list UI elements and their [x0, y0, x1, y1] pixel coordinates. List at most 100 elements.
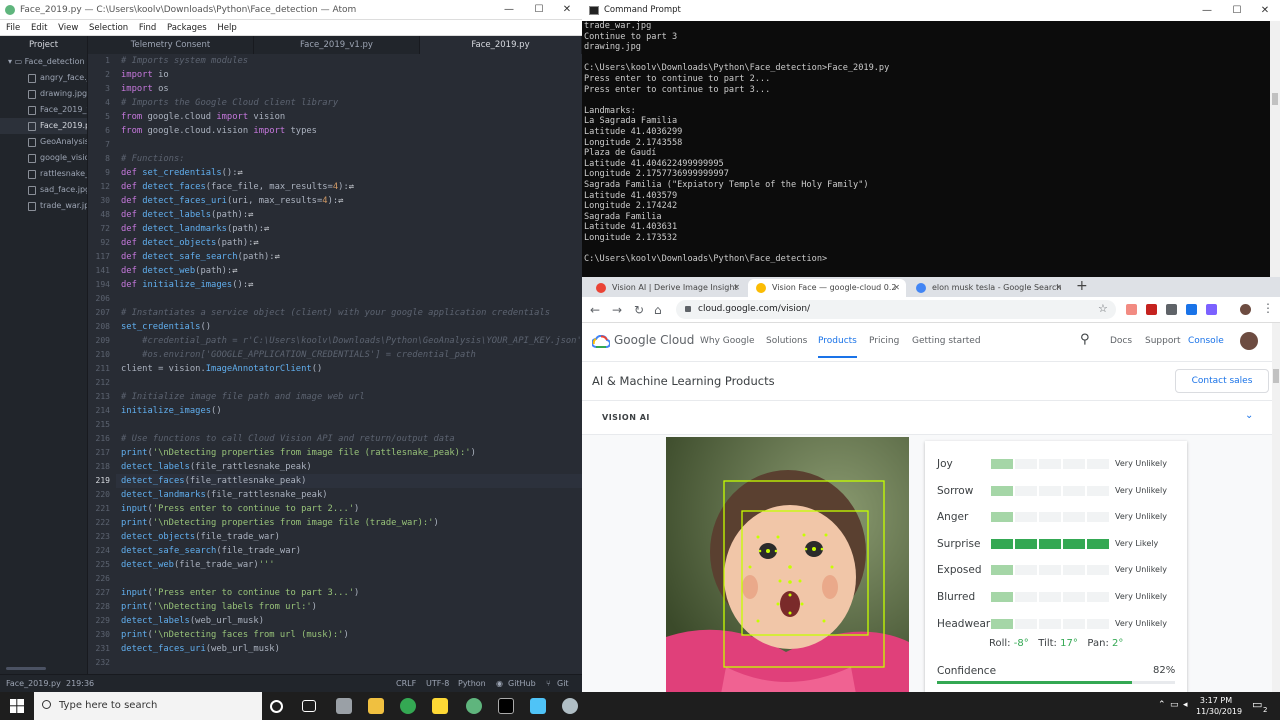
address-bar[interactable]: cloud.google.com/vision/ [676, 300, 1116, 319]
likelihood-segment [1087, 512, 1109, 523]
status-grammar[interactable]: Python [458, 675, 486, 692]
nav-docs[interactable]: Docs [1110, 336, 1132, 346]
status-github[interactable]: GitHub [508, 675, 536, 692]
tree-file-selected[interactable]: Face_2019.py [0, 118, 87, 134]
tray-up-arrow-icon[interactable]: ⌃ [1158, 700, 1166, 710]
cmd-scroll-thumb[interactable] [1272, 93, 1278, 105]
tree-file[interactable]: GeoAnalysis- [0, 134, 87, 150]
menu-file[interactable]: File [6, 23, 20, 33]
new-tab-icon[interactable]: + [1076, 278, 1088, 294]
nav-support[interactable]: Support [1145, 336, 1181, 346]
close-icon[interactable]: ✕ [552, 0, 582, 20]
status-git[interactable]: Git (0) [557, 675, 582, 692]
close-icon[interactable]: ✕ [1250, 0, 1280, 21]
page-scrollbar[interactable] [1272, 323, 1280, 692]
status-encoding[interactable]: UTF-8 [426, 675, 449, 692]
account-avatar[interactable] [1240, 332, 1258, 350]
reload-icon[interactable]: ↻ [634, 303, 644, 317]
profile-avatar[interactable] [1240, 304, 1251, 315]
code-editor[interactable]: # Imports system modules import io impor… [116, 54, 582, 668]
file-explorer-icon[interactable] [368, 698, 384, 714]
vision-ai-accordion[interactable]: VISION AI ⌄ [582, 401, 1272, 435]
task-view-icon[interactable] [302, 700, 316, 712]
windows-start-icon[interactable] [10, 699, 24, 713]
minimize-icon[interactable]: — [1192, 0, 1222, 21]
menu-edit[interactable]: Edit [31, 23, 47, 33]
line-number: 2 [105, 70, 110, 79]
close-icon[interactable]: ✕ [893, 279, 900, 297]
face-attributes-panel: Joy Very Unlikely Sorrow Very Unlikely Anger… [925, 441, 1187, 692]
chrome-tab-google-search[interactable]: elon musk tesla - Google Search ✕ [908, 279, 1068, 297]
menu-packages[interactable]: Packages [167, 23, 207, 33]
maximize-icon[interactable]: ☐ [1222, 0, 1252, 21]
cmd-console-output[interactable]: trade_war.jpg Continue to part 3 drawing.j… [584, 21, 1264, 277]
forward-icon[interactable]: → [612, 303, 622, 317]
command-prompt-icon[interactable] [498, 698, 514, 714]
volume-icon[interactable]: ◂ [1183, 700, 1188, 710]
tree-file[interactable]: Face_2019_v1 [0, 102, 87, 118]
horizontal-scrollbar[interactable] [6, 667, 46, 670]
search-icon[interactable]: ⚲ [1080, 332, 1090, 347]
tree-file[interactable]: rattlesnake_p [0, 166, 87, 182]
confidence-bar [937, 681, 1175, 684]
menu-help[interactable]: Help [217, 23, 236, 33]
taskbar-search-box[interactable]: Type here to search [34, 692, 262, 720]
extension-icon[interactable] [1206, 304, 1217, 315]
menu-selection[interactable]: Selection [89, 23, 128, 33]
menu-view[interactable]: View [58, 23, 78, 33]
nav-products[interactable]: Products [818, 336, 857, 358]
sticky-notes-icon[interactable] [432, 698, 448, 714]
menu-find[interactable]: Find [139, 23, 156, 33]
extension-icon[interactable] [1126, 304, 1137, 315]
chrome-icon[interactable] [400, 698, 416, 714]
tree-file[interactable]: sad_face.jpg [0, 182, 87, 198]
app-icon[interactable] [562, 698, 578, 714]
contact-sales-button[interactable]: Contact sales [1175, 369, 1269, 393]
more-menu-icon[interactable]: ⋮ [1262, 301, 1274, 315]
maximize-icon[interactable]: ☐ [524, 0, 554, 20]
baby-face-image [666, 437, 909, 692]
cmd-scrollbar[interactable] [1270, 21, 1280, 277]
back-icon[interactable]: ← [590, 303, 600, 317]
file-icon [28, 106, 36, 115]
page-scroll-thumb[interactable] [1273, 369, 1279, 383]
tree-file[interactable]: drawing.jpg [0, 86, 87, 102]
chrome-tab-vision-face[interactable]: Vision Face — google-cloud 0.2 ✕ [748, 279, 906, 297]
home-icon[interactable]: ⌂ [654, 303, 662, 317]
status-cursor-position[interactable]: 219:36 [66, 675, 94, 692]
tree-folder[interactable]: ▾ ▭ Face_detection [0, 54, 87, 70]
nav-why-google[interactable]: Why Google [700, 336, 755, 346]
chrome-tab-vision-ai[interactable]: Vision AI | Derive Image Insight ✕ [588, 279, 746, 297]
extension-icon[interactable] [1146, 304, 1157, 315]
tab-project[interactable]: Project [0, 36, 88, 54]
notification-icon[interactable]: ▭ [1252, 698, 1262, 711]
app-icon[interactable] [336, 698, 352, 714]
line-number: 221 [95, 504, 110, 513]
tree-file[interactable]: angry_face.jp [0, 70, 87, 86]
tree-file[interactable]: google_vision [0, 150, 87, 166]
close-icon[interactable]: ✕ [733, 279, 740, 297]
atom-icon[interactable] [466, 698, 482, 714]
taskbar-clock[interactable]: 3:17 PM 11/30/2019 [1196, 695, 1242, 717]
nav-pricing[interactable]: Pricing [869, 336, 899, 346]
close-icon[interactable]: ✕ [1055, 279, 1062, 297]
status-line-ending[interactable]: CRLF [396, 675, 416, 692]
extension-icon[interactable] [1186, 304, 1197, 315]
nav-getting-started[interactable]: Getting started [912, 336, 981, 346]
tree-file[interactable]: trade_war.jpg [0, 198, 87, 214]
minimize-icon[interactable]: — [494, 0, 524, 20]
status-file-name[interactable]: Face_2019.py [6, 675, 61, 692]
emotion-label: Sorrow [937, 484, 974, 497]
likelihood-segment [991, 618, 1013, 629]
chevron-down-icon[interactable]: ⌄ [1245, 410, 1253, 421]
cortana-icon[interactable] [270, 700, 283, 713]
bookmark-star-icon[interactable]: ☆ [1098, 302, 1108, 315]
nav-solutions[interactable]: Solutions [766, 336, 807, 346]
extension-icon[interactable] [1166, 304, 1177, 315]
tab-face-2019-v1[interactable]: Face_2019_v1.py [254, 36, 420, 54]
tab-face-2019[interactable]: Face_2019.py [420, 36, 582, 54]
network-icon[interactable]: ▭ [1170, 700, 1179, 710]
nav-console[interactable]: Console [1188, 336, 1224, 346]
photos-icon[interactable] [530, 698, 546, 714]
tab-telemetry-consent[interactable]: Telemetry Consent [88, 36, 254, 54]
